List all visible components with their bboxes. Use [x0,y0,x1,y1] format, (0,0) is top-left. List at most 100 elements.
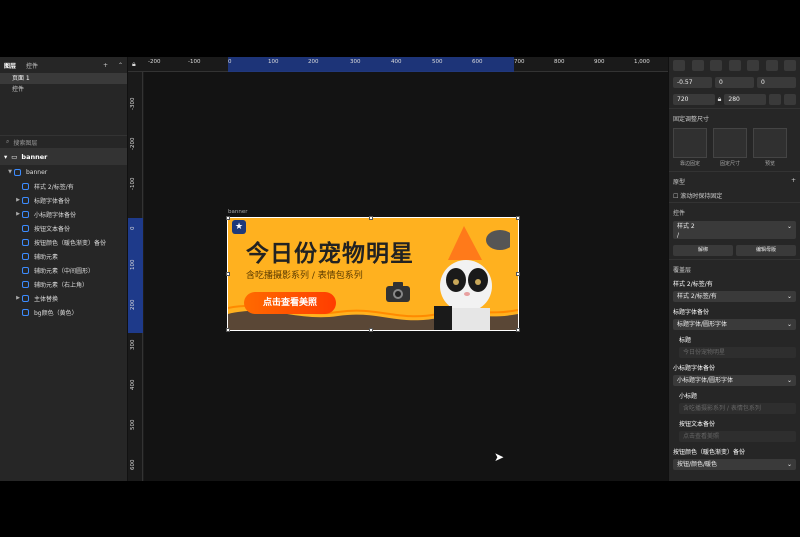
ruler-tick-label: -100 [130,177,136,190]
override-label: 样式 2/标签/有 [673,281,713,288]
layer-label: 样式 2/标签/有 [34,183,74,191]
align-middle-icon[interactable] [747,60,759,71]
layer-label: 按钮颜色（暖色渐变）备份 [34,239,107,247]
align-left-icon[interactable] [673,60,685,71]
width-field[interactable]: 720 [673,94,715,105]
resize-handle[interactable] [369,328,373,332]
layer-label: 按钮文本备份 [34,225,71,233]
fix-size-box[interactable] [713,128,747,158]
height-field[interactable]: 280 [724,94,767,105]
override-select[interactable]: 按钮/颜色/暖色 ⌄ [673,459,796,470]
resize-handle[interactable] [226,272,230,276]
page-item[interactable]: 页面 1 [0,73,127,84]
resize-handle[interactable] [516,216,520,220]
banner-title: 今日份宠物明星 [246,241,414,267]
resize-labels: 靠边固定 固定尺寸 预览 [679,161,775,167]
rotation-field[interactable]: 0 [757,77,796,88]
artboard-name: banner [21,153,48,161]
x-field[interactable]: -0.57 [673,77,712,88]
preview-box[interactable] [753,128,787,158]
resize-handle[interactable] [226,216,230,220]
ruler-tick-label: 600 [130,459,136,471]
add-page-icon[interactable]: + [103,62,108,69]
layer-row[interactable]: ▶ 主体替换 [0,291,127,305]
canvas[interactable]: banner ★ 今日份宠物明星 含吃播摄影系列 / 表情包系列 点击查看美照 [144,72,668,481]
layer-row[interactable]: ▶ 标题字体备份 [0,193,127,207]
ruler-tick-label: 600 [472,59,483,65]
group-row[interactable]: ▼ banner [0,165,127,179]
star-badge-icon: ★ [232,220,246,234]
y-field[interactable]: 0 [715,77,754,88]
layer-label: 辅助元素 [34,253,59,261]
detach-button[interactable]: 解绑 [673,245,733,256]
component-select[interactable]: 样式 2/ ⌄ [673,221,796,239]
left-tabs: 图层 控件 + ⌃ [0,57,127,73]
ruler-tick-label: 400 [391,59,402,65]
tab-layers[interactable]: 图层 [4,61,16,70]
override-select[interactable]: 标题字体/圆形字体 ⌄ [673,319,796,330]
chevron-down-icon[interactable]: ▼ [6,169,14,175]
override-label: 小标题字体备份 [673,365,716,372]
chevron-right-icon[interactable]: ▶ [14,295,22,301]
resize-handle[interactable] [516,272,520,276]
ruler-tick-label: -200 [130,137,136,150]
layer-row[interactable]: 辅助元素（右上角） [0,277,127,291]
override-input[interactable]: 含吃播摄影系列 / 表情包系列 [679,403,796,414]
resize-handle[interactable] [516,328,520,332]
resize-section-title: 固定调整尺寸 [669,108,800,126]
ruler-tick-label: 0 [228,59,232,65]
override-select[interactable]: 小标题字体/圆形字体 ⌄ [673,375,796,386]
artboard-row[interactable]: ▾ ▭ banner [0,149,127,165]
chevron-right-icon[interactable]: ▶ [14,211,22,217]
resize-handle[interactable] [226,328,230,332]
banner-artboard[interactable]: ★ 今日份宠物明星 含吃播摄影系列 / 表情包系列 点击查看美照 [227,217,519,331]
resize-handle[interactable] [369,216,373,220]
artboard-label[interactable]: banner [228,209,247,215]
chevron-down-icon: ⌄ [786,377,792,384]
override-value: 小标题字体/圆形字体 [677,377,734,384]
ruler-tick-label: 900 [594,59,605,65]
flip-vertical-icon[interactable] [784,94,797,105]
align-top-icon[interactable] [728,60,741,71]
override-input[interactable]: 今日份宠物明星 [679,347,796,358]
fix-scroll-checkbox[interactable]: ☐ 滚动时保持固定 [669,189,800,202]
layer-row[interactable]: 按钮颜色（暖色渐变）备份 [0,235,127,249]
edit-master-button[interactable]: 编辑母版 [736,245,796,256]
search-input[interactable]: 搜索图层 [13,138,37,147]
align-right-icon[interactable] [710,60,722,71]
size-row: 720 🔒︎ 280 [669,91,800,108]
layer-label: 小标题字体备份 [34,211,77,219]
override-label: 标题字体备份 [673,309,710,316]
layer-row[interactable]: bg颜色（黄色） [0,305,127,319]
lock-icon[interactable]: 🔒︎ [132,60,136,69]
layer-search[interactable]: ⌕ 搜索图层 [0,135,127,149]
layer-row[interactable]: 按钮文本备份 [0,221,127,235]
prototype-section-title: 原型 + [669,171,800,189]
overrides-section-title: 覆盖层 [669,259,800,277]
override-select[interactable]: 样式 2/标签/有 ⌄ [673,291,796,302]
flip-horizontal-icon[interactable] [769,94,782,105]
ruler-tick-label: 500 [432,59,443,65]
collapse-icon[interactable]: ⌃ [118,62,123,69]
chevron-right-icon[interactable]: ▶ [14,197,22,203]
override-input[interactable]: 点击查看美照 [679,431,796,442]
align-center-icon[interactable] [691,60,704,71]
layer-row[interactable]: 辅助元素（中间圆形） [0,263,127,277]
symbol-icon [22,196,29,204]
add-icon[interactable]: + [791,177,796,186]
layer-row[interactable]: 辅助元素 [0,249,127,263]
distribute-icon[interactable] [784,60,796,71]
override-value: 含吃播摄影系列 / 表情包系列 [683,405,761,412]
component-section-title: 控件 [669,202,800,220]
page-item[interactable]: 控件 [0,84,127,95]
layers-panel: 图层 控件 + ⌃ 页面 1 控件 ⌕ 搜索图层 ▾ ▭ banner ▼ ba… [0,57,128,481]
override-label: 按钮颜色（暖色渐变）备份 [673,449,746,456]
lock-ratio-icon[interactable]: 🔒︎ [718,95,722,104]
align-bottom-icon[interactable] [765,60,778,71]
layer-row[interactable]: ▶ 小标题字体备份 [0,207,127,221]
pin-edge-box[interactable] [673,128,707,158]
tab-components[interactable]: 控件 [26,61,38,70]
cta-button[interactable]: 点击查看美照 [244,292,336,314]
ruler-tick-label: 200 [130,299,136,311]
layer-row[interactable]: 样式 2/标签/有 [0,179,127,193]
